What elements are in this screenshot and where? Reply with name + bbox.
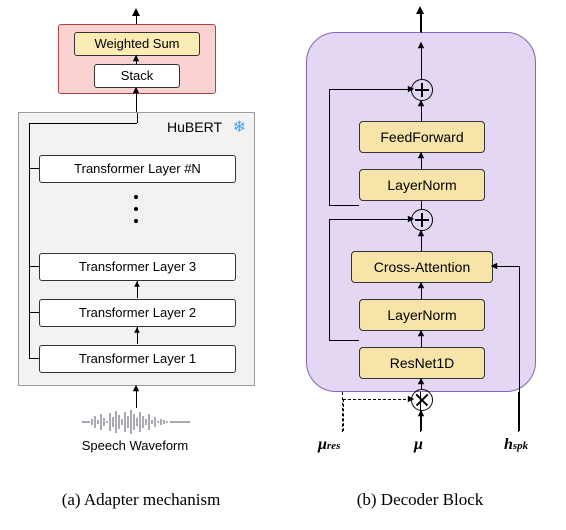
- decoder-block-box: FeedForward LayerNorm Cross-Attention La…: [306, 32, 536, 392]
- arrow-head: [134, 327, 140, 333]
- arrow-head: [418, 152, 424, 158]
- arrow-head: [418, 330, 424, 336]
- cross-attention-block: Cross-Attention: [351, 251, 493, 283]
- multiply-op-icon: [411, 389, 433, 411]
- tap-line: [29, 168, 39, 169]
- caption-a: (a) Adapter mechanism: [26, 490, 256, 510]
- skip-line: [329, 89, 411, 90]
- arrow-line: [518, 392, 519, 432]
- tap-line: [29, 312, 39, 313]
- caption-b: (b) Decoder Block: [320, 490, 520, 510]
- arrow-line: [421, 43, 422, 79]
- arrow-head: [408, 396, 414, 402]
- speech-waveform-label: Speech Waveform: [60, 438, 210, 453]
- skip-line: [329, 340, 359, 341]
- weighted-sum-block: Weighted Sum: [74, 32, 200, 56]
- resnet1d-block: ResNet1D: [359, 347, 485, 379]
- arrow-head: [408, 86, 414, 92]
- snowflake-icon: ❄: [233, 117, 246, 137]
- arrow-head: [408, 216, 414, 222]
- skip-line: [329, 219, 411, 220]
- arrow-line: [421, 13, 422, 33]
- hubert-encoder-box: HuBERT ❄ Transformer Layer #N Transforme…: [18, 112, 255, 386]
- tap-bus: [29, 123, 30, 359]
- arrow-head: [416, 6, 424, 14]
- arrow-head: [418, 282, 424, 288]
- arrow-head: [418, 230, 424, 236]
- skip-line: [329, 219, 330, 340]
- dashed-line: [343, 399, 411, 400]
- arrow-head: [491, 263, 497, 269]
- arrow-line: [137, 113, 138, 123]
- dashed-line: [343, 399, 344, 431]
- arrow-head: [418, 42, 424, 48]
- stack-block: Stack: [94, 64, 180, 88]
- ellipsis-icon: [134, 187, 138, 243]
- arrow-head: [418, 410, 424, 416]
- transformer-layer-n: Transformer Layer #N: [39, 155, 236, 183]
- mu-label: μ: [414, 436, 423, 454]
- layernorm-bottom-block: LayerNorm: [359, 299, 485, 331]
- transformer-layer-1: Transformer Layer 1: [39, 345, 236, 373]
- arrow-line: [519, 266, 520, 431]
- arrow-head: [133, 385, 139, 391]
- arrow-line: [420, 392, 421, 432]
- arrow-head: [418, 100, 424, 106]
- hubert-label: HuBERT: [167, 119, 222, 135]
- figure-container: Weighted Sum Stack HuBERT ❄ Transformer …: [0, 0, 566, 530]
- tap-bus-top: [29, 123, 137, 124]
- mu-res-label: μres: [318, 436, 340, 454]
- tap-line: [29, 266, 39, 267]
- dashed-line: [342, 392, 343, 432]
- layernorm-top-block: LayerNorm: [359, 169, 485, 201]
- transformer-layer-3: Transformer Layer 3: [39, 253, 236, 281]
- feedforward-block: FeedForward: [359, 121, 485, 153]
- skip-line: [329, 205, 359, 206]
- transformer-layer-2: Transformer Layer 2: [39, 299, 236, 327]
- add-op-icon: [411, 209, 433, 231]
- skip-line: [329, 89, 330, 205]
- tap-line: [29, 358, 39, 359]
- arrow-head: [133, 87, 139, 93]
- arrow-head: [418, 378, 424, 384]
- arrow-head: [133, 55, 139, 61]
- arrow-head: [134, 281, 140, 287]
- h-spk-label: hspk: [504, 436, 528, 454]
- arrow-line: [421, 201, 422, 209]
- add-op-icon: [411, 79, 433, 101]
- arrow-head: [132, 8, 140, 16]
- waveform-icon: [82, 410, 190, 434]
